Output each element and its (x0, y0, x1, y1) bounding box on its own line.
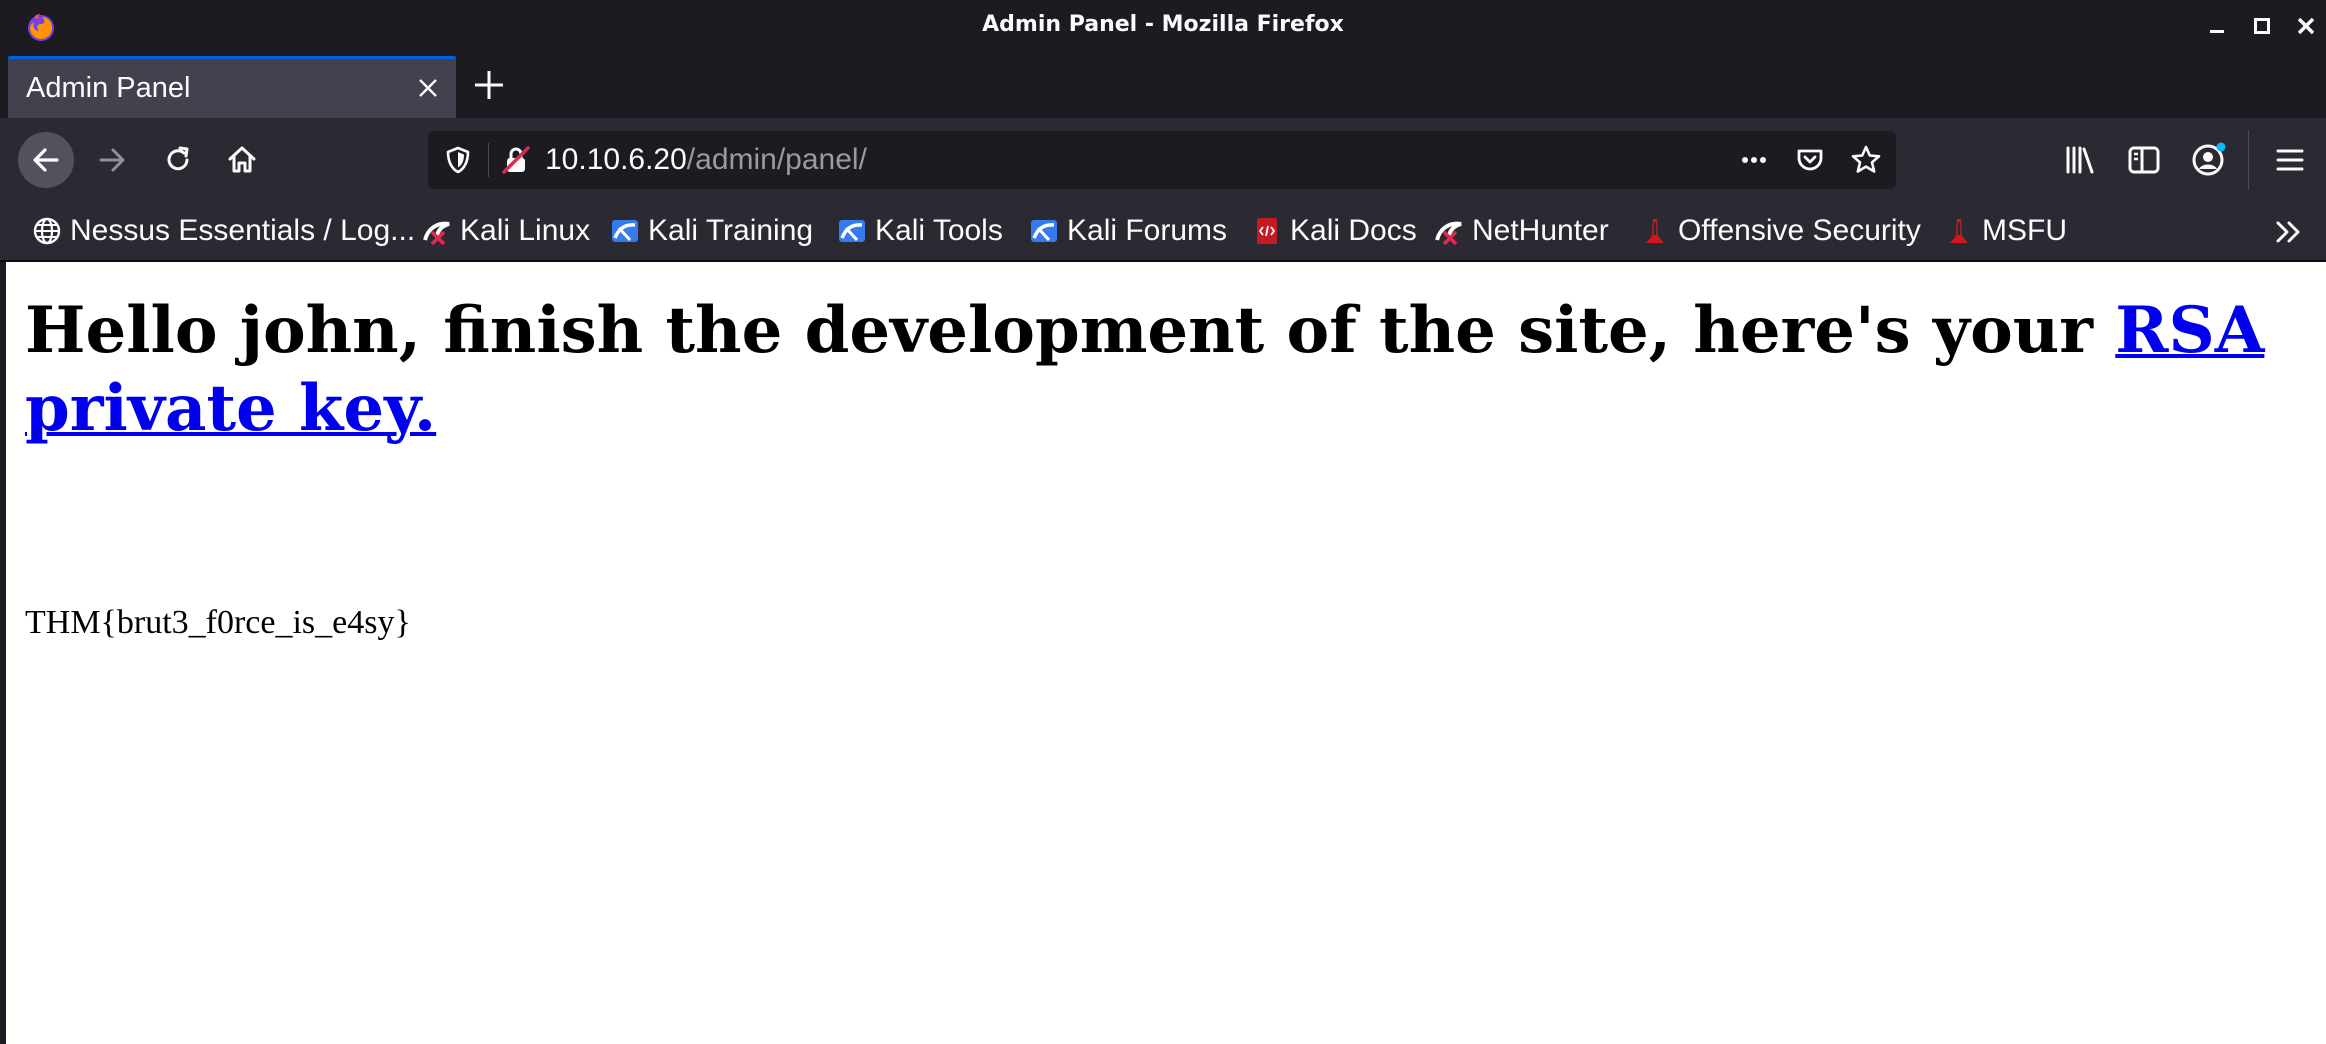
minimize-button[interactable] (2200, 10, 2234, 42)
nethunter-icon (1435, 221, 1462, 246)
arrow-right-icon (99, 148, 125, 172)
back-button[interactable] (18, 132, 74, 188)
close-window-button[interactable] (2289, 10, 2323, 42)
bookmark-star-icon[interactable] (1850, 144, 1882, 176)
heading-text: Hello john, finish the development of th… (25, 293, 2116, 368)
bookmark-label: Offensive Security (1678, 214, 1921, 247)
url-path: /admin/panel/ (686, 143, 867, 176)
bookmark-kali-training[interactable]: Kali Training (610, 202, 813, 260)
bookmark-nessus[interactable]: Nessus Essentials / Log... (32, 202, 415, 260)
offsec-icon (1646, 219, 1664, 243)
url-host: 10.10.6.20 (545, 143, 687, 176)
bookmark-offensive-security[interactable]: Offensive Security (1640, 202, 1921, 260)
close-icon (2297, 17, 2315, 35)
kali-tools-icon (839, 220, 865, 242)
window-title: Admin Panel - Mozilla Firefox (982, 12, 1344, 37)
maximize-icon (2254, 18, 2270, 34)
minimize-icon (2210, 30, 2224, 33)
tab-admin-panel[interactable]: Admin Panel (8, 56, 456, 118)
address-bar[interactable]: 10.10.6.20/admin/panel/ (428, 131, 1896, 189)
url-text: 10.10.6.20/admin/panel/ (545, 131, 867, 189)
bookmark-label: Kali Linux (460, 214, 591, 247)
page-content: Hello john, finish the development of th… (0, 262, 2326, 1044)
bookmark-label: Kali Training (648, 214, 814, 247)
bookmark-kali-forums[interactable]: Kali Forums (1029, 202, 1227, 260)
bookmark-kali-linux[interactable]: Kali Linux (422, 202, 590, 260)
toolbar-separator (2248, 130, 2249, 190)
page-actions-icon[interactable] (1738, 144, 1770, 176)
home-button[interactable] (214, 132, 270, 188)
bookmark-label: Kali Tools (875, 214, 1003, 247)
kali-forums-icon (1031, 220, 1057, 242)
flag-text: THM{brut3_f0rce_is_e4sy} (25, 604, 411, 641)
bookmark-msfu[interactable]: MSFU (1944, 202, 2067, 260)
msfu-icon (1950, 219, 1968, 243)
navigation-toolbar: 10.10.6.20/admin/panel/ (0, 118, 2326, 202)
new-tab-icon[interactable] (470, 66, 508, 104)
tab-strip: Admin Panel (0, 52, 2326, 118)
maximize-button[interactable] (2245, 10, 2279, 42)
bookmark-label: NetHunter (1472, 214, 1609, 247)
chevron-double-right-icon[interactable] (2272, 215, 2306, 249)
pocket-icon[interactable] (1794, 144, 1826, 176)
bookmark-label: Kali Docs (1290, 214, 1417, 247)
bookmark-label: MSFU (1982, 214, 2067, 247)
urlbar-separator (488, 143, 489, 177)
bookmark-label: Kali Forums (1067, 214, 1228, 247)
reload-icon (167, 146, 189, 171)
insecure-lock-icon[interactable] (500, 144, 532, 176)
forward-button[interactable] (84, 132, 140, 188)
tab-close-icon[interactable] (414, 74, 442, 102)
bookmark-kali-docs[interactable]: Kali Docs (1252, 202, 1417, 260)
window-titlebar: Admin Panel - Mozilla Firefox (0, 0, 2326, 52)
bookmarks-toolbar: Nessus Essentials / Log... Kali Linux Ka… (0, 202, 2326, 262)
home-icon (228, 146, 256, 173)
menu-icon[interactable] (2272, 142, 2308, 178)
bookmark-nethunter[interactable]: NetHunter (1434, 202, 1609, 260)
arrow-left-icon (33, 148, 59, 172)
reload-button[interactable] (150, 132, 206, 188)
bookmark-label: Nessus Essentials / Log... (70, 214, 416, 247)
library-icon[interactable] (2062, 142, 2098, 178)
account-icon[interactable] (2190, 142, 2226, 178)
kali-training-icon (612, 220, 638, 242)
tracking-shield-icon[interactable] (442, 144, 474, 176)
kali-icon (423, 221, 450, 246)
kali-docs-icon (1257, 218, 1277, 244)
page-heading: Hello john, finish the development of th… (25, 292, 2315, 448)
globe-icon (33, 217, 61, 245)
tab-label: Admin Panel (26, 72, 191, 104)
sidebar-icon[interactable] (2126, 142, 2162, 178)
bookmark-kali-tools[interactable]: Kali Tools (837, 202, 1003, 260)
